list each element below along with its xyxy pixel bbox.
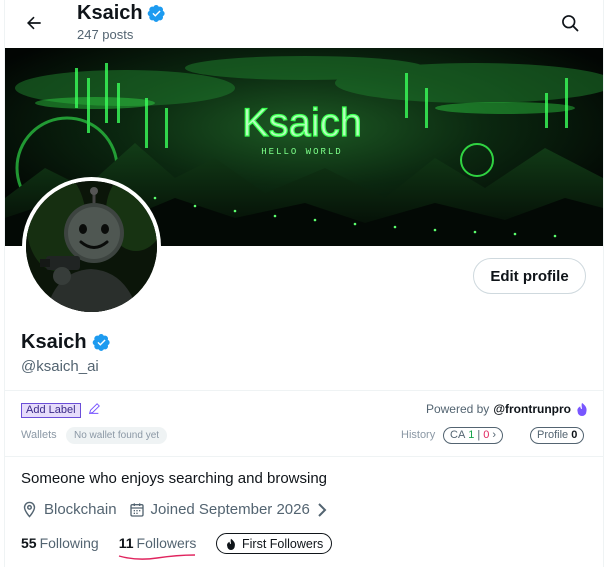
divider xyxy=(5,456,603,457)
header-title: Ksaich xyxy=(77,2,166,25)
ca-red-count: 0 xyxy=(483,429,490,441)
first-followers-button[interactable]: First Followers xyxy=(216,533,333,554)
pencil-icon[interactable] xyxy=(87,402,101,416)
add-label-button[interactable]: Add Label xyxy=(21,403,81,418)
ca-green-count: 1 xyxy=(468,429,475,441)
profile-pill-count: 0 xyxy=(571,429,578,441)
followers-count: 11 xyxy=(118,535,134,551)
location-item: Blockchain xyxy=(21,501,117,518)
header-name: Ksaich xyxy=(77,2,143,24)
post-count: 247 posts xyxy=(77,27,134,42)
edit-profile-button[interactable]: Edit profile xyxy=(473,258,586,294)
follow-stats: 55 Following 11 Followers xyxy=(21,535,197,560)
calendar-icon xyxy=(129,502,144,517)
powered-by[interactable]: Powered by @frontrunpro xyxy=(426,402,589,416)
ca-separator: | xyxy=(477,429,481,441)
verified-badge-icon xyxy=(92,334,110,351)
back-button[interactable] xyxy=(19,8,49,38)
joined-text: Joined September 2026 xyxy=(150,501,310,518)
divider xyxy=(5,390,603,391)
following-link[interactable]: 55 Following xyxy=(21,535,99,551)
profile-handle: @ksaich_ai xyxy=(21,358,99,375)
red-underline-annotation xyxy=(118,554,195,560)
first-followers-label: First Followers xyxy=(242,536,324,551)
profile-name-row: Ksaich xyxy=(21,331,111,354)
location-pin-icon xyxy=(23,501,36,518)
ca-history-pill[interactable]: CA 1 | 0 › xyxy=(443,427,504,444)
followers-label: Followers xyxy=(136,535,197,551)
profile-bio: Someone who enjoys searching and browsin… xyxy=(21,470,328,487)
avatar[interactable] xyxy=(22,177,161,316)
frontrun-logo-icon xyxy=(577,402,587,416)
following-label: Following xyxy=(39,535,99,551)
search-button[interactable] xyxy=(555,8,585,38)
banner-subtitle: HELLO WORLD xyxy=(261,147,342,157)
profile-header: Ksaich 247 posts xyxy=(5,0,603,48)
powered-by-label: Powered by xyxy=(425,402,490,416)
banner-title: Ksaich xyxy=(242,101,362,145)
profile-history-pill[interactable]: Profile 0 xyxy=(530,427,585,444)
followers-link[interactable]: 11 Followers xyxy=(118,535,197,560)
right-border xyxy=(603,0,604,567)
location-text: Blockchain xyxy=(44,501,117,518)
chevron-right-icon xyxy=(318,502,327,517)
profile-name: Ksaich xyxy=(21,331,87,353)
frontrun-logo-icon xyxy=(227,538,235,550)
search-icon xyxy=(562,15,579,32)
following-count: 55 xyxy=(21,535,37,551)
no-wallet-badge: No wallet found yet xyxy=(66,427,168,444)
profile-pill-label: Profile xyxy=(537,429,569,441)
joined-item[interactable]: Joined September 2026 xyxy=(129,501,328,518)
profile-meta: Blockchain Joined September 2026 xyxy=(21,501,328,518)
back-arrow-icon xyxy=(27,16,41,30)
chevron-right-icon: › xyxy=(492,429,497,441)
verified-badge-icon xyxy=(147,5,165,22)
ca-label: CA xyxy=(450,429,466,441)
history-label: History xyxy=(401,429,436,441)
powered-by-handle: @frontrunpro xyxy=(493,402,571,416)
wallets-label: Wallets xyxy=(21,429,57,441)
